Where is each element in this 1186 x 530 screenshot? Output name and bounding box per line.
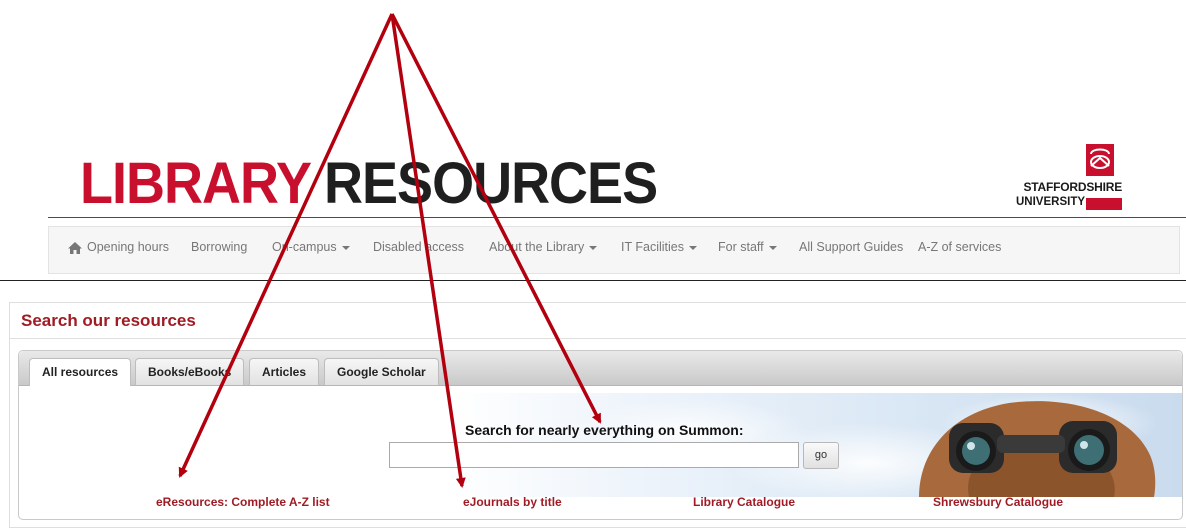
caret-down-icon xyxy=(341,245,350,250)
site-title-part2: RESOURCES xyxy=(324,151,658,216)
nav-all-support-guides[interactable]: All Support Guides xyxy=(799,240,903,254)
knot-emblem-icon xyxy=(1086,144,1114,176)
screenshot-divider xyxy=(0,280,1186,281)
tab-google-scholar[interactable]: Google Scholar xyxy=(324,358,439,385)
home-icon[interactable] xyxy=(67,241,83,260)
link-ejournals-by-title[interactable]: eJournals by title xyxy=(463,495,562,509)
logo-text-line2: UNIVERSITY xyxy=(1016,196,1086,208)
link-eresources-az[interactable]: eResources: Complete A-Z list xyxy=(156,495,330,509)
site-title-part1: LIBRARY xyxy=(80,151,311,216)
search-label: Search for nearly everything on Summon: xyxy=(465,422,744,438)
search-tabs: All resources Books/eBooks Articles Goog… xyxy=(18,350,1183,520)
site-title: LIBRARY RESOURCES xyxy=(80,150,658,216)
caret-down-icon xyxy=(688,245,697,250)
nav-borrowing[interactable]: Borrowing xyxy=(191,240,247,254)
university-logo[interactable]: STAFFORDSHIRE UNIVERSITY xyxy=(1016,144,1122,214)
logo-red-bar xyxy=(1086,198,1122,210)
link-shrewsbury-catalogue[interactable]: Shrewsbury Catalogue xyxy=(933,495,1063,509)
logo-text-line1: STAFFORDSHIRE xyxy=(1023,180,1122,194)
search-panel: Search our resources All resources Books… xyxy=(9,302,1186,528)
nav-for-staff[interactable]: For staff xyxy=(718,240,777,254)
nav-it-facilities[interactable]: IT Facilities xyxy=(621,240,697,254)
header-divider xyxy=(48,217,1186,218)
nav-a-z-services[interactable]: A-Z of services xyxy=(918,240,1001,254)
tab-articles[interactable]: Articles xyxy=(249,358,320,385)
panel-divider xyxy=(10,338,1186,339)
main-nav: Opening hours Borrowing On-campus Disabl… xyxy=(48,226,1180,274)
caret-down-icon xyxy=(768,245,777,250)
nav-disabled-access[interactable]: Disabled access xyxy=(373,240,464,254)
search-heading: Search our resources xyxy=(21,311,196,330)
tab-books-ebooks[interactable]: Books/eBooks xyxy=(135,358,245,385)
go-button[interactable]: go xyxy=(803,442,839,469)
link-library-catalogue[interactable]: Library Catalogue xyxy=(693,495,795,509)
nav-about-library[interactable]: About the Library xyxy=(489,240,598,254)
tab-bar: All resources Books/eBooks Articles Goog… xyxy=(19,351,1182,386)
nav-opening-hours[interactable]: Opening hours xyxy=(87,240,169,254)
tab-all-resources[interactable]: All resources xyxy=(29,358,132,386)
nav-on-campus[interactable]: On-campus xyxy=(272,240,350,254)
caret-down-icon xyxy=(589,245,598,250)
summon-search-input[interactable] xyxy=(389,442,799,468)
